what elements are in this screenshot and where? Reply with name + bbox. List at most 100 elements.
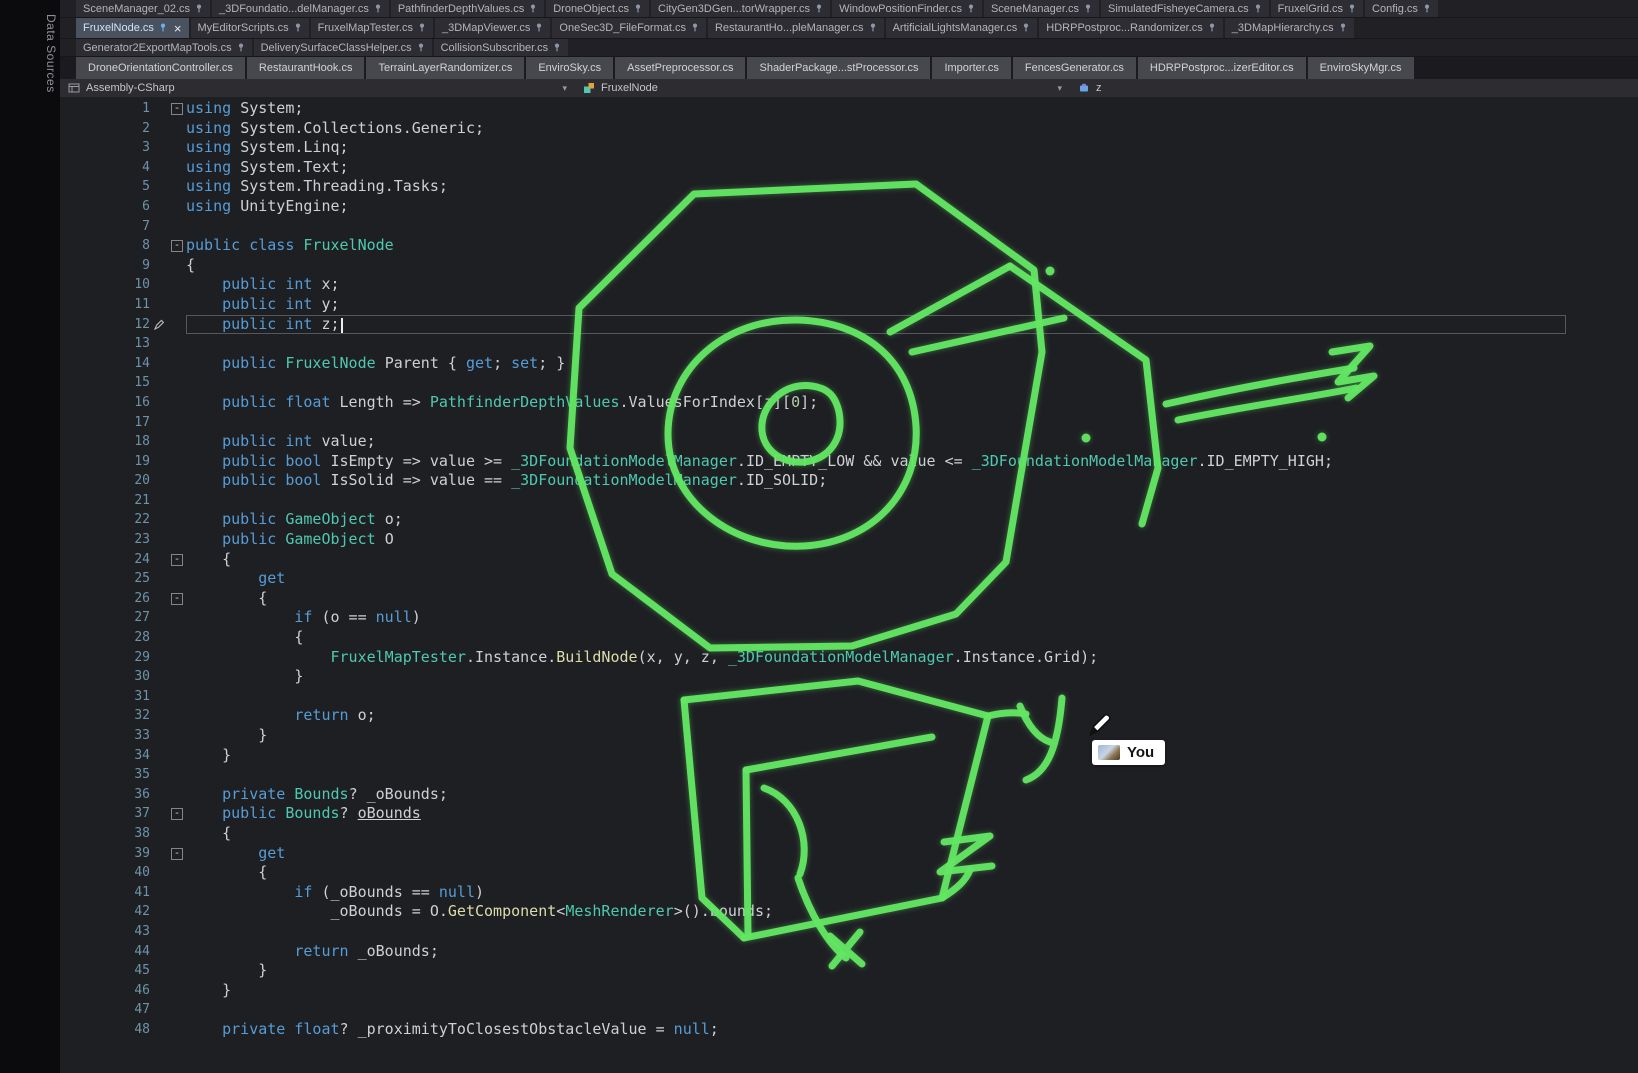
code-line-16[interactable]: 16 public float Length => PathfinderDept… — [60, 393, 1638, 413]
code-line-12[interactable]: 12 public int z; — [60, 315, 1638, 335]
pin-icon[interactable] — [374, 4, 382, 14]
pin-icon[interactable] — [691, 23, 699, 33]
tab-3dfoundatio-delmanager-cs[interactable]: _3DFoundatio...delManager.cs — [212, 0, 389, 17]
data-sources-tab[interactable]: Data Sources — [44, 14, 58, 93]
tab-myeditorscripts-cs[interactable]: MyEditorScripts.cs — [191, 18, 309, 38]
tab-fencesgenerator-cs[interactable]: FencesGenerator.cs — [1013, 57, 1136, 79]
tab-onesec3d-fileformat-cs[interactable]: OneSec3D_FileFormat.cs — [552, 18, 706, 38]
code-line-18[interactable]: 18 public int value; — [60, 432, 1638, 452]
code-line-26[interactable]: 26- { — [60, 589, 1638, 609]
type-dropdown[interactable]: FruxelNode ▾ — [575, 79, 1070, 97]
tab-windowpositionfinder-cs[interactable]: WindowPositionFinder.cs — [832, 0, 982, 17]
tab-scenemanager-02-cs[interactable]: SceneManager_02.cs — [76, 0, 210, 17]
fold-collapse-icon[interactable]: - — [171, 103, 183, 115]
code-line-29[interactable]: 29 FruxelMapTester.Instance.BuildNode(x,… — [60, 648, 1638, 668]
chevron-down-icon[interactable]: ▾ — [562, 83, 567, 94]
tab-envirosky-cs[interactable]: EnviroSky.cs — [526, 57, 613, 79]
tab-artificiallightsmanager-cs[interactable]: ArtificialLightsManager.cs — [886, 18, 1038, 38]
code-line-24[interactable]: 24- { — [60, 550, 1638, 570]
pin-icon[interactable] — [1423, 4, 1431, 14]
code-line-30[interactable]: 30 } — [60, 667, 1638, 687]
close-icon[interactable]: × — [174, 22, 182, 35]
code-line-10[interactable]: 10 public int x; — [60, 275, 1638, 295]
code-line-42[interactable]: 42 _oBounds = O.GetComponent<MeshRendere… — [60, 902, 1638, 922]
pin-icon[interactable] — [417, 43, 425, 53]
code-line-47[interactable]: 47 — [60, 1000, 1638, 1020]
pin-icon[interactable] — [294, 23, 302, 33]
code-line-45[interactable]: 45 } — [60, 961, 1638, 981]
tab-importer-cs[interactable]: Importer.cs — [932, 57, 1010, 79]
tab-config-cs[interactable]: Config.cs — [1365, 0, 1438, 17]
code-line-17[interactable]: 17 — [60, 413, 1638, 433]
tab-deliverysurfaceclasshelper-cs[interactable]: DeliverySurfaceClassHelper.cs — [254, 39, 432, 56]
pin-icon[interactable] — [815, 4, 823, 14]
code-line-22[interactable]: 22 public GameObject o; — [60, 510, 1638, 530]
pin-icon[interactable] — [967, 4, 975, 14]
code-line-15[interactable]: 15 — [60, 373, 1638, 393]
tab-citygen3dgen-torwrapper-cs[interactable]: CityGen3DGen...torWrapper.cs — [651, 0, 830, 17]
pin-icon[interactable] — [553, 43, 561, 53]
code-line-3[interactable]: 3using System.Linq; — [60, 138, 1638, 158]
tab-pathfinderdepthvalues-cs[interactable]: PathfinderDepthValues.cs — [391, 0, 544, 17]
tab-scenemanager-cs[interactable]: SceneManager.cs — [984, 0, 1099, 17]
code-line-46[interactable]: 46 } — [60, 981, 1638, 1001]
code-line-23[interactable]: 23 public GameObject O — [60, 530, 1638, 550]
tab-droneorientationcontroller-cs[interactable]: DroneOrientationController.cs — [76, 57, 245, 79]
code-line-2[interactable]: 2using System.Collections.Generic; — [60, 119, 1638, 139]
code-line-40[interactable]: 40 { — [60, 863, 1638, 883]
code-line-36[interactable]: 36 private Bounds? _oBounds; — [60, 785, 1638, 805]
code-line-6[interactable]: 6using UnityEngine; — [60, 197, 1638, 217]
pin-icon[interactable] — [529, 4, 537, 14]
code-line-39[interactable]: 39- get — [60, 844, 1638, 864]
tab-hdrppostproc-izereditor-cs[interactable]: HDRPPostproc...izerEditor.cs — [1138, 57, 1306, 79]
pin-icon[interactable] — [159, 23, 167, 33]
code-line-11[interactable]: 11 public int y; — [60, 295, 1638, 315]
tab-3dmaphierarchy-cs[interactable]: _3DMapHierarchy.cs — [1225, 18, 1354, 38]
code-line-5[interactable]: 5using System.Threading.Tasks; — [60, 177, 1638, 197]
tab-fruxelmaptester-cs[interactable]: FruxelMapTester.cs — [311, 18, 433, 38]
code-line-9[interactable]: 9{ — [60, 256, 1638, 276]
code-line-4[interactable]: 4using System.Text; — [60, 158, 1638, 178]
code-line-37[interactable]: 37- public Bounds? oBounds — [60, 804, 1638, 824]
pin-icon[interactable] — [535, 23, 543, 33]
tab-simulatedfisheyecamera-cs[interactable]: SimulatedFisheyeCamera.cs — [1101, 0, 1269, 17]
code-line-20[interactable]: 20 public bool IsSolid => value == _3DFo… — [60, 471, 1638, 491]
pin-icon[interactable] — [1084, 4, 1092, 14]
code-editor[interactable]: 1-using System;2using System.Collections… — [60, 97, 1638, 1073]
code-line-21[interactable]: 21 — [60, 491, 1638, 511]
project-dropdown[interactable]: Assembly-CSharp ▾ — [60, 79, 575, 97]
fold-collapse-icon[interactable]: - — [171, 554, 183, 566]
pin-icon[interactable] — [869, 23, 877, 33]
code-line-27[interactable]: 27 if (o == null) — [60, 608, 1638, 628]
code-line-34[interactable]: 34 } — [60, 746, 1638, 766]
pin-icon[interactable] — [1339, 23, 1347, 33]
code-line-43[interactable]: 43 — [60, 922, 1638, 942]
tab-hdrppostproc-randomizer-cs[interactable]: HDRPPostproc...Randomizer.cs — [1039, 18, 1223, 38]
pin-icon[interactable] — [237, 43, 245, 53]
tab-shaderpackage-stprocessor-cs[interactable]: ShaderPackage...stProcessor.cs — [747, 57, 930, 79]
tab-droneobject-cs[interactable]: DroneObject.cs — [546, 0, 649, 17]
tab-restaurantho-plemanager-cs[interactable]: RestaurantHo...pleManager.cs — [708, 18, 884, 38]
code-line-13[interactable]: 13 — [60, 334, 1638, 354]
code-line-31[interactable]: 31 — [60, 687, 1638, 707]
code-line-28[interactable]: 28 { — [60, 628, 1638, 648]
code-line-1[interactable]: 1-using System; — [60, 99, 1638, 119]
pin-icon[interactable] — [1022, 23, 1030, 33]
tab-3dmapviewer-cs[interactable]: _3DMapViewer.cs — [435, 18, 550, 38]
fold-collapse-icon[interactable]: - — [171, 240, 183, 252]
code-line-33[interactable]: 33 } — [60, 726, 1638, 746]
tab-terrainlayerrandomizer-cs[interactable]: TerrainLayerRandomizer.cs — [366, 57, 524, 79]
code-line-44[interactable]: 44 return _oBounds; — [60, 942, 1638, 962]
fold-collapse-icon[interactable]: - — [171, 808, 183, 820]
tab-restauranthook-cs[interactable]: RestaurantHook.cs — [247, 57, 365, 79]
code-line-8[interactable]: 8-public class FruxelNode — [60, 236, 1638, 256]
pin-icon[interactable] — [1348, 4, 1356, 14]
code-line-38[interactable]: 38 { — [60, 824, 1638, 844]
pin-icon[interactable] — [195, 4, 203, 14]
pin-icon[interactable] — [1254, 4, 1262, 14]
fold-collapse-icon[interactable]: - — [171, 848, 183, 860]
code-line-7[interactable]: 7 — [60, 217, 1638, 237]
pin-icon[interactable] — [634, 4, 642, 14]
member-dropdown[interactable]: z — [1070, 79, 1110, 97]
tab-generator2exportmaptools-cs[interactable]: Generator2ExportMapTools.cs — [76, 39, 252, 56]
